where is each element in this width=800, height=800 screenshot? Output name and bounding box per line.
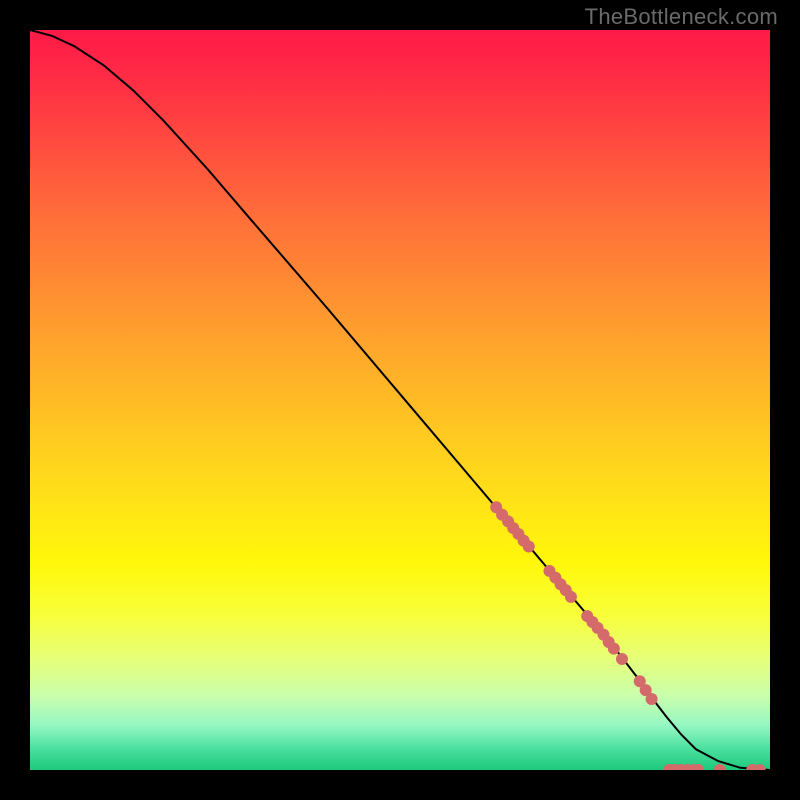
chart-curve bbox=[30, 30, 770, 770]
chart-marker bbox=[565, 591, 577, 603]
chart-marker bbox=[616, 653, 628, 665]
chart-plot-area bbox=[30, 30, 770, 770]
chart-svg bbox=[30, 30, 770, 770]
chart-marker bbox=[714, 764, 726, 770]
chart-marker bbox=[754, 764, 766, 770]
chart-markers bbox=[490, 501, 765, 770]
chart-marker bbox=[646, 693, 658, 705]
chart-marker bbox=[608, 643, 620, 655]
attribution-text: TheBottleneck.com bbox=[585, 4, 778, 30]
chart-marker bbox=[523, 541, 535, 553]
